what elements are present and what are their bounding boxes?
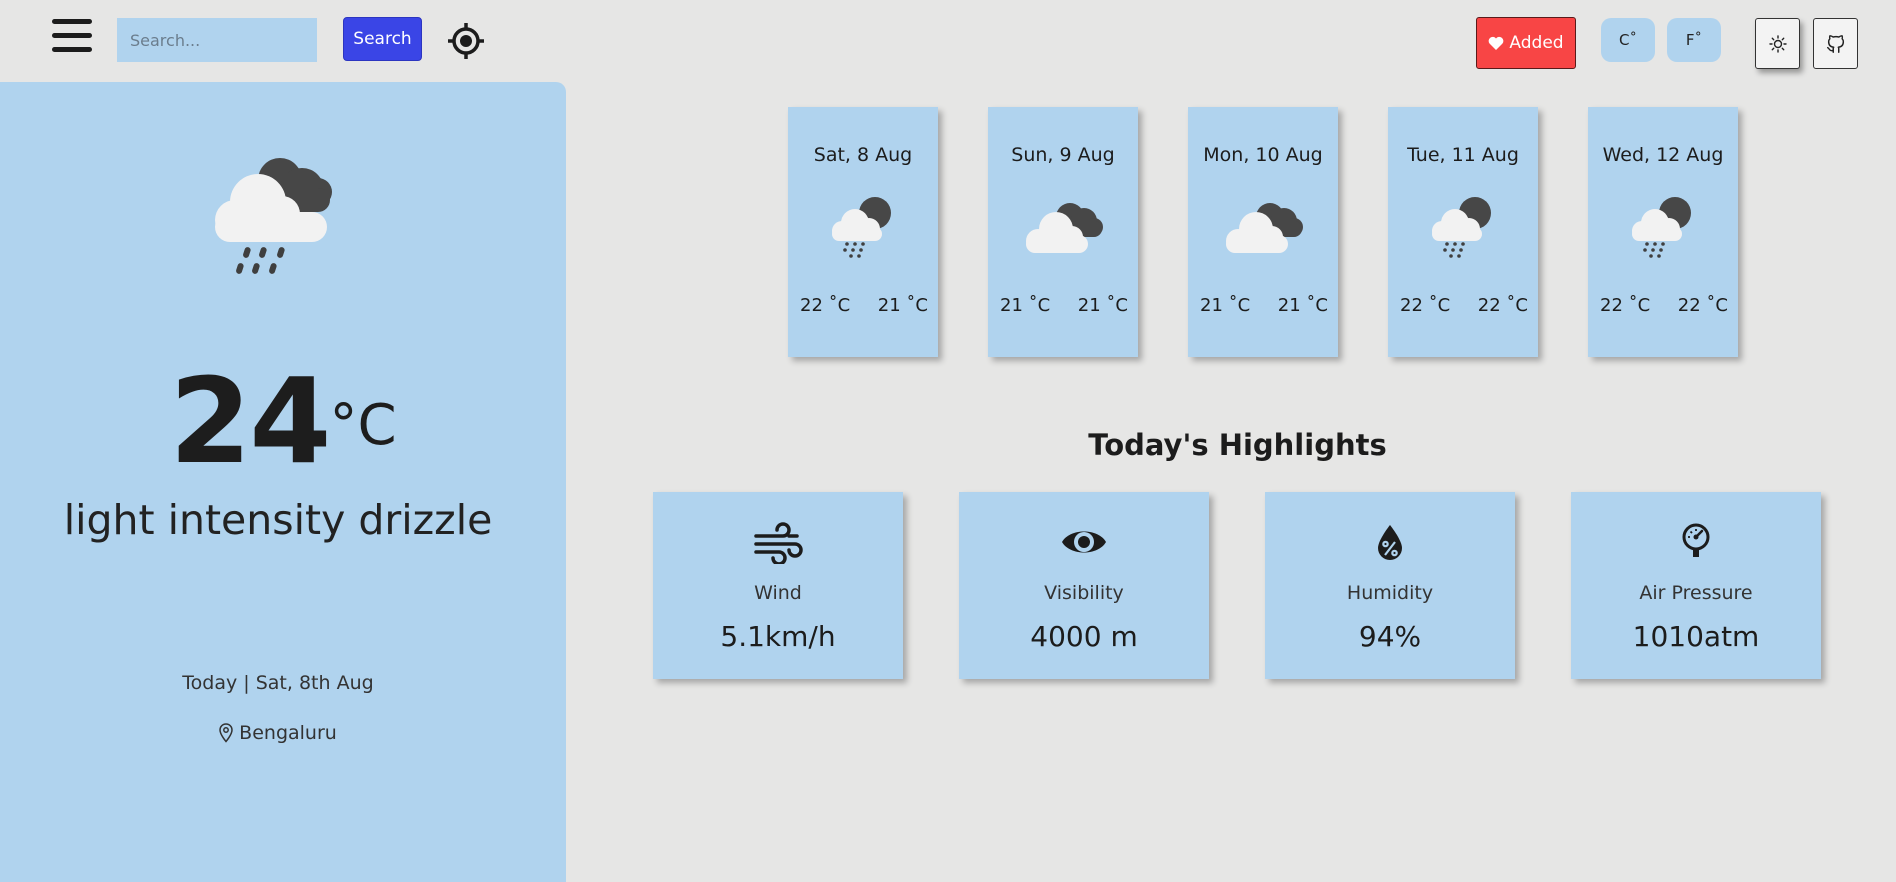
added-favorite-button[interactable]: Added — [1476, 17, 1576, 69]
wind-icon — [653, 522, 903, 564]
heart-icon — [1489, 36, 1504, 50]
sun-icon — [1768, 34, 1787, 53]
highlight-card-humidity: Humidity 94% — [1265, 492, 1515, 679]
forecast-max-temp: 22 ˚C — [800, 295, 851, 316]
search-input[interactable] — [117, 18, 317, 62]
highlight-value: 1010atm — [1632, 620, 1760, 653]
highlight-label: Wind — [754, 582, 802, 604]
highlight-value: 94% — [1358, 620, 1422, 653]
github-link-button[interactable] — [1813, 18, 1858, 69]
forecast-max-temp: 21 ˚C — [1000, 295, 1051, 316]
added-label: Added — [1509, 33, 1564, 53]
highlight-value: 5.1km/h — [720, 620, 836, 653]
forecast-min-temp: 21 ˚C — [877, 295, 928, 316]
hamburger-menu-icon[interactable] — [50, 17, 94, 55]
forecast-min-temp: 22 ˚C — [1677, 295, 1728, 316]
current-location-icon[interactable] — [447, 22, 485, 60]
forecast-min-temp: 21 ˚C — [1077, 295, 1128, 316]
forecast-card: Sat, 8 Aug 22 ˚C 21 ˚C — [788, 107, 938, 357]
forecast-date: Mon, 10 Aug — [1203, 144, 1323, 166]
forecast-date: Tue, 11 Aug — [1407, 144, 1519, 166]
drizzle-icon — [1425, 195, 1501, 263]
highlight-value: 4000 m — [1030, 620, 1138, 653]
temperature-unit: °C — [329, 393, 397, 458]
location-name: Bengaluru — [239, 722, 337, 744]
highlight-card-wind: Wind 5.1km/h — [653, 492, 903, 679]
theme-toggle-button[interactable] — [1755, 18, 1800, 69]
forecast-date: Sun, 9 Aug — [1011, 144, 1115, 166]
forecast-card: Mon, 10 Aug 21 ˚C 21 ˚C — [1188, 107, 1338, 357]
current-temperature: 24°C — [0, 352, 566, 490]
forecast-max-temp: 22 ˚C — [1400, 295, 1451, 316]
map-pin-icon — [219, 723, 233, 743]
cloudy-icon — [1018, 195, 1108, 263]
forecast-date: Sat, 8 Aug — [813, 144, 913, 166]
highlight-label: Humidity — [1346, 582, 1434, 604]
forecast-card: Sun, 9 Aug 21 ˚C 21 ˚C — [988, 107, 1138, 357]
drizzle-icon — [1625, 195, 1701, 263]
search-button[interactable]: Search — [343, 17, 422, 61]
current-date: Today | Sat, 8th Aug — [182, 672, 374, 694]
temperature-value: 24 — [169, 352, 331, 490]
drizzle-weather-icon — [200, 140, 350, 284]
forecast-card: Tue, 11 Aug 22 ˚C 22 ˚C — [1388, 107, 1538, 357]
forecast-min-temp: 22 ˚C — [1477, 295, 1528, 316]
highlight-card-visibility: Visibility 4000 m — [959, 492, 1209, 679]
highlights-title: Today's Highlights — [1088, 428, 1387, 462]
highlight-label: Visibility — [1044, 582, 1124, 604]
current-location: Bengaluru — [0, 722, 556, 744]
highlight-card-air-pressure: Air Pressure 1010atm — [1571, 492, 1821, 679]
gauge-icon — [1571, 522, 1821, 562]
eye-icon — [959, 522, 1209, 562]
forecast-max-temp: 22 ˚C — [1600, 295, 1651, 316]
weather-description: light intensity drizzle — [63, 496, 493, 544]
cloudy-icon — [1218, 195, 1308, 263]
highlight-label: Air Pressure — [1639, 582, 1753, 604]
current-weather-panel: 24°C light intensity drizzle Today | Sat… — [0, 82, 566, 882]
forecast-card: Wed, 12 Aug 22 ˚C 22 ˚C — [1588, 107, 1738, 357]
drizzle-icon — [825, 195, 901, 263]
forecast-min-temp: 21 ˚C — [1277, 295, 1328, 316]
fahrenheit-button[interactable]: F˚ — [1667, 18, 1721, 62]
celsius-button[interactable]: C˚ — [1601, 18, 1655, 62]
humidity-icon — [1265, 522, 1515, 562]
github-icon — [1826, 34, 1844, 53]
forecast-date: Wed, 12 Aug — [1602, 144, 1724, 166]
forecast-max-temp: 21 ˚C — [1200, 295, 1251, 316]
